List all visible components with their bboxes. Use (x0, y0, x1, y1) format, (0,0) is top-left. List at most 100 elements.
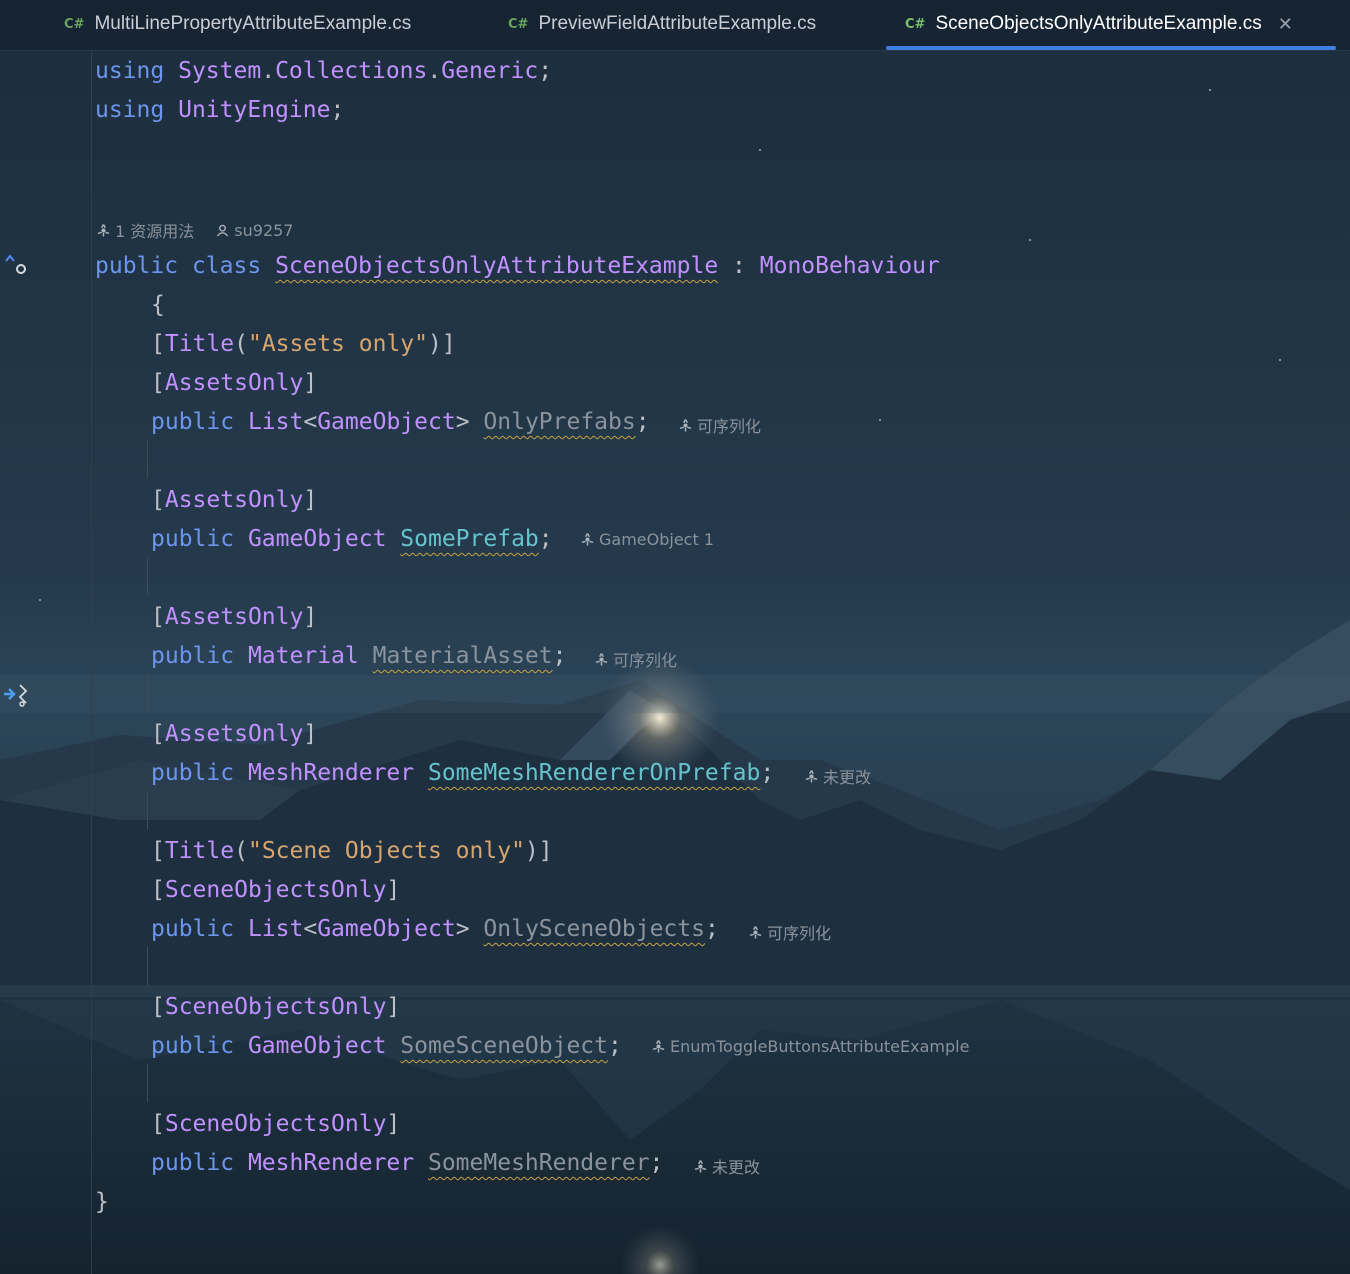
code-line-class-declaration: public class SceneObjectsOnlyAttributeEx… (95, 251, 940, 281)
code-line-attribute: [SceneObjectsOnly] (151, 994, 401, 1020)
code-line-title-scene: [Title("Scene Objects only")] (151, 836, 553, 866)
code-line-attribute: [SceneObjectsOnly] (151, 877, 401, 903)
code-line-field-somemeshrendereronprefab: public MeshRenderer SomeMeshRendererOnPr… (151, 760, 775, 786)
attribute-assets-only[interactable]: AssetsOnly (165, 487, 303, 513)
namespace-collections: Collections (275, 58, 428, 84)
usages-count[interactable]: 1 资源用法 (115, 218, 194, 242)
unity-icon (679, 418, 692, 432)
field-type[interactable]: List (248, 409, 303, 435)
unity-icon (652, 1040, 665, 1053)
code-lens: 1 资源用法 su9257 (97, 218, 293, 242)
unity-icon (805, 769, 818, 783)
bracket: )] (524, 838, 553, 864)
inlay-hint[interactable]: 未更改 (694, 1154, 760, 1178)
field-name[interactable]: SomePrefab (400, 526, 538, 552)
inlay-hint-text: 可序列化 (697, 417, 762, 436)
attribute-scene-objects-only[interactable]: SceneObjectsOnly (165, 994, 387, 1020)
unity-usages-icon (97, 223, 110, 237)
field-name[interactable]: MaterialAsset (373, 643, 553, 669)
field-name[interactable]: SomeMeshRenderer (428, 1150, 650, 1176)
inlay-hint-text: GameObject 1 (599, 530, 715, 549)
class-name[interactable]: SceneObjectsOnlyAttributeExample (275, 253, 718, 279)
tab-label: PreviewFieldAttributeExample.cs (538, 13, 817, 34)
csharp-file-icon: C# (905, 16, 926, 32)
field-type[interactable]: GameObject (248, 526, 386, 552)
code-line-field-onlyprefabs: public List<GameObject> OnlyPrefabs; (151, 409, 650, 435)
inlay-hint[interactable]: 可序列化 (595, 647, 677, 671)
field-type[interactable]: MeshRenderer (248, 760, 414, 786)
implements-icon[interactable] (4, 252, 30, 278)
csharp-file-icon: C# (64, 16, 85, 32)
keyword-public: public (151, 1033, 235, 1059)
generic-type[interactable]: GameObject (317, 916, 455, 942)
attribute-title[interactable]: Title (165, 838, 234, 864)
field-type[interactable]: MeshRenderer (248, 1150, 414, 1176)
code-line-field-somesceneobject: public GameObject SomeSceneObject; (151, 1033, 622, 1059)
string-literal: "Assets only" (247, 331, 428, 357)
attribute-scene-objects-only[interactable]: SceneObjectsOnly (165, 1111, 387, 1137)
attribute-assets-only[interactable]: AssetsOnly (165, 370, 303, 396)
indent-guide (147, 1064, 148, 1102)
field-name[interactable]: SomeMeshRendererOnPrefab (428, 760, 760, 786)
attribute-scene-objects-only[interactable]: SceneObjectsOnly (165, 877, 387, 903)
keyword-using: using (95, 97, 165, 123)
inlay-hint[interactable]: 可序列化 (749, 920, 831, 944)
paren: ( (234, 331, 248, 357)
inlay-hint-text: 未更改 (712, 1158, 761, 1177)
gutter-separator (91, 50, 92, 1274)
namespace-system: System (178, 58, 262, 84)
inlay-hint[interactable]: GameObject 1 (581, 530, 714, 549)
semicolon: ; (538, 58, 553, 84)
keyword-class: class (191, 253, 262, 279)
paren: ( (234, 838, 248, 864)
unity-icon (581, 533, 594, 546)
attribute-title[interactable]: Title (165, 331, 234, 357)
inlay-hint[interactable]: 可序列化 (679, 413, 761, 437)
keyword-public: public (151, 643, 235, 669)
code-line-attribute: [AssetsOnly] (151, 721, 318, 747)
code-line-field-somemeshrenderer: public MeshRenderer SomeMeshRenderer; (151, 1150, 664, 1176)
inlay-hint[interactable]: EnumToggleButtonsAttributeExample (652, 1037, 969, 1056)
tab-scene-objects-only[interactable]: C# SceneObjectsOnlyAttributeExample.cs ✕ (905, 0, 1293, 48)
run-to-cursor-icon[interactable] (2, 682, 32, 708)
field-name[interactable]: SomeSceneObject (400, 1033, 608, 1059)
keyword-public: public (95, 253, 179, 279)
bracket: [ (151, 331, 165, 357)
code-line-field-someprefab: public GameObject SomePrefab; (151, 526, 553, 552)
tab-multiline-property[interactable]: C# MultiLinePropertyAttributeExample.cs (64, 0, 411, 48)
namespace-generic: Generic (441, 58, 539, 84)
field-name[interactable]: OnlySceneObjects (483, 916, 705, 942)
code-line-title-assets: [Title("Assets only")] (151, 329, 456, 359)
string-literal: "Scene Objects only" (247, 838, 525, 864)
indent-guide (147, 791, 148, 829)
code-line-field-materialasset: public Material MaterialAsset; (151, 643, 567, 669)
code-line-attribute: [SceneObjectsOnly] (151, 1111, 401, 1137)
keyword-using: using (95, 58, 165, 84)
indent-guide (147, 947, 148, 985)
base-class-name[interactable]: MonoBehaviour (760, 253, 940, 279)
generic-type[interactable]: GameObject (317, 409, 455, 435)
inlay-hint[interactable]: 未更改 (805, 764, 871, 788)
keyword-public: public (151, 409, 235, 435)
close-tab-icon[interactable]: ✕ (1278, 14, 1293, 35)
indent-guide (147, 674, 148, 712)
dot: . (427, 58, 442, 84)
field-type[interactable]: Material (248, 643, 359, 669)
field-type[interactable]: List (248, 916, 303, 942)
dot: . (261, 58, 276, 84)
field-type[interactable]: GameObject (248, 1033, 386, 1059)
attribute-assets-only[interactable]: AssetsOnly (165, 721, 303, 747)
tab-preview-field[interactable]: C# PreviewFieldAttributeExample.cs (508, 0, 816, 48)
editor-background-image (0, 0, 1350, 1274)
code-line-open-brace: { (151, 292, 165, 318)
csharp-file-icon: C# (508, 16, 529, 32)
editor-tab-bar: C# MultiLinePropertyAttributeExample.cs … (0, 0, 1350, 51)
field-name[interactable]: OnlyPrefabs (483, 409, 635, 435)
inlay-hint-text: 可序列化 (613, 651, 678, 670)
namespace-unityengine: UnityEngine (178, 97, 331, 123)
code-line-field-onlysceneobjects: public List<GameObject> OnlySceneObjects… (151, 916, 719, 942)
author-name[interactable]: su9257 (234, 221, 293, 240)
attribute-assets-only[interactable]: AssetsOnly (165, 604, 303, 630)
inlay-hint-text: 可序列化 (767, 924, 832, 943)
tab-label: SceneObjectsOnlyAttributeExample.cs (935, 13, 1262, 34)
